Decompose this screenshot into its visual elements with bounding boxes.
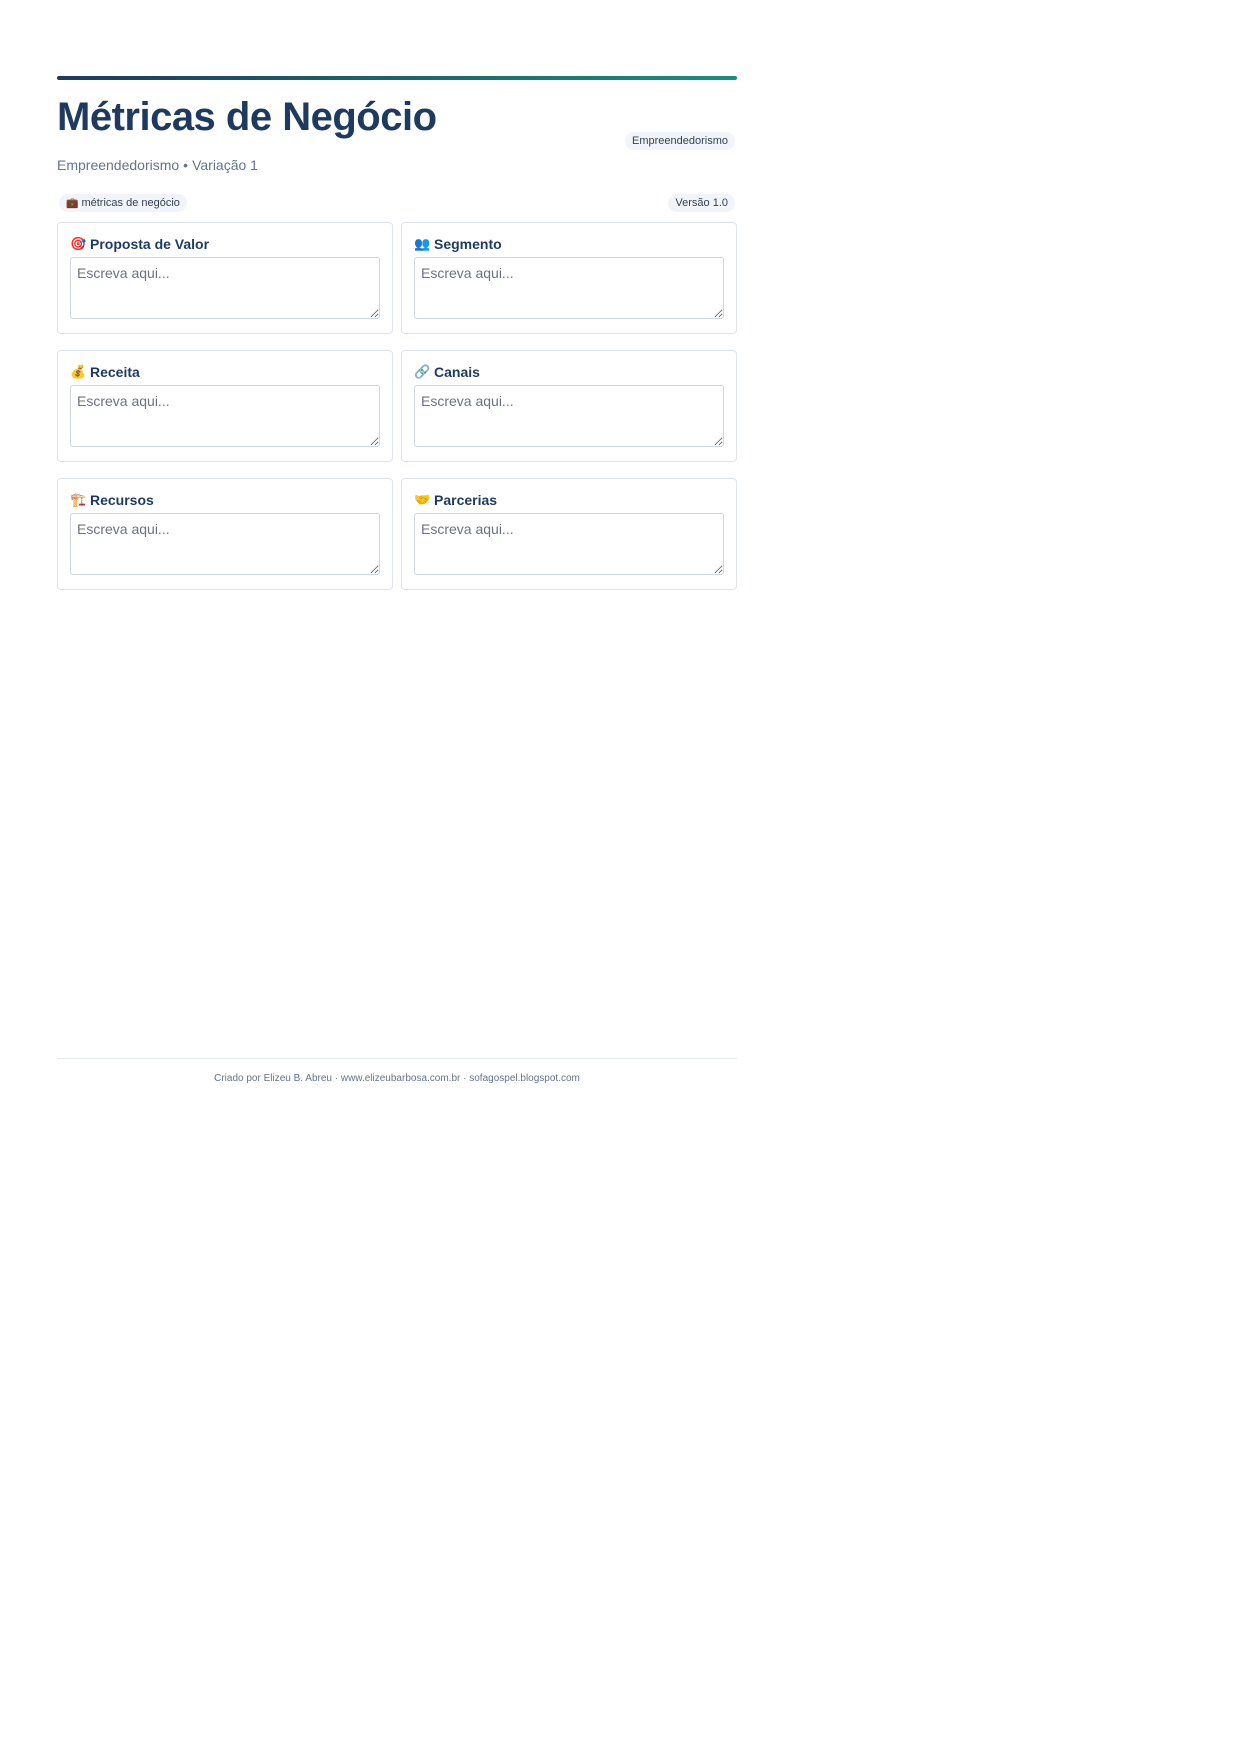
- topic-tag: 💼 métricas de negócio: [59, 194, 187, 212]
- construction-icon: 🏗️: [70, 492, 87, 507]
- card-header: 💰 Receita: [70, 362, 380, 382]
- card-proposta-de-valor: 🎯 Proposta de Valor: [57, 222, 393, 334]
- subtitle-category: Empreendedorismo: [57, 157, 180, 173]
- canais-input[interactable]: [414, 385, 724, 447]
- segmento-input[interactable]: [414, 257, 724, 319]
- receita-input[interactable]: [70, 385, 380, 447]
- card-title: Receita: [90, 364, 140, 380]
- handshake-icon: 🤝: [414, 492, 431, 507]
- money-bag-icon: 💰: [70, 364, 87, 379]
- meta-row: 💼 métricas de negócio Versão 1.0: [57, 192, 737, 216]
- card-title: Segmento: [434, 236, 502, 252]
- people-icon: 👥: [414, 236, 431, 251]
- cards-row-1: 🎯 Proposta de Valor 👥 Segmento: [57, 222, 737, 334]
- card-title: Canais: [434, 364, 480, 380]
- card-title: Proposta de Valor: [90, 236, 210, 252]
- card-header: 🔗 Canais: [414, 362, 724, 382]
- recursos-input[interactable]: [70, 513, 380, 575]
- card-header: 👥 Segmento: [414, 234, 724, 254]
- card-title: Recursos: [90, 492, 154, 508]
- card-recursos: 🏗️ Recursos: [57, 478, 393, 590]
- card-parcerias: 🤝 Parcerias: [401, 478, 737, 590]
- worksheet-page: Métricas de Negócio Empreendedorismo • Var…: [57, 76, 737, 606]
- cards-row-2: 💰 Receita 🔗 Canais: [57, 350, 737, 462]
- card-title: Parcerias: [434, 492, 498, 508]
- card-header: 🏗️ Recursos: [70, 490, 380, 510]
- target-icon: 🎯: [70, 236, 87, 251]
- cards-row-3: 🏗️ Recursos 🤝 Parcerias: [57, 478, 737, 590]
- card-receita: 💰 Receita: [57, 350, 393, 462]
- category-badge: Empreendedorismo: [625, 132, 735, 150]
- card-header: 🎯 Proposta de Valor: [70, 234, 380, 254]
- page-title: Métricas de Negócio: [57, 95, 437, 139]
- subtitle-variation: Variação 1: [192, 157, 258, 173]
- parcerias-input[interactable]: [414, 513, 724, 575]
- footer-divider: [57, 1058, 737, 1059]
- footer-credits: Criado por Elizeu B. Abreu · www.elizeub…: [214, 1073, 580, 1084]
- page-subtitle: Empreendedorismo • Variação 1: [57, 157, 258, 173]
- topic-tag-label: métricas de negócio: [81, 197, 180, 209]
- briefcase-icon: 💼: [66, 198, 79, 209]
- card-segmento: 👥 Segmento: [401, 222, 737, 334]
- link-icon: 🔗: [414, 364, 431, 379]
- version-badge: Versão 1.0: [668, 194, 735, 212]
- cards-grid: 🎯 Proposta de Valor 👥 Segmento 💰 Receita: [57, 222, 737, 590]
- card-canais: 🔗 Canais: [401, 350, 737, 462]
- subtitle-separator: •: [183, 157, 189, 173]
- card-header: 🤝 Parcerias: [414, 490, 724, 510]
- header: Métricas de Negócio Empreendedorismo • Var…: [57, 80, 737, 176]
- proposta-de-valor-input[interactable]: [70, 257, 380, 319]
